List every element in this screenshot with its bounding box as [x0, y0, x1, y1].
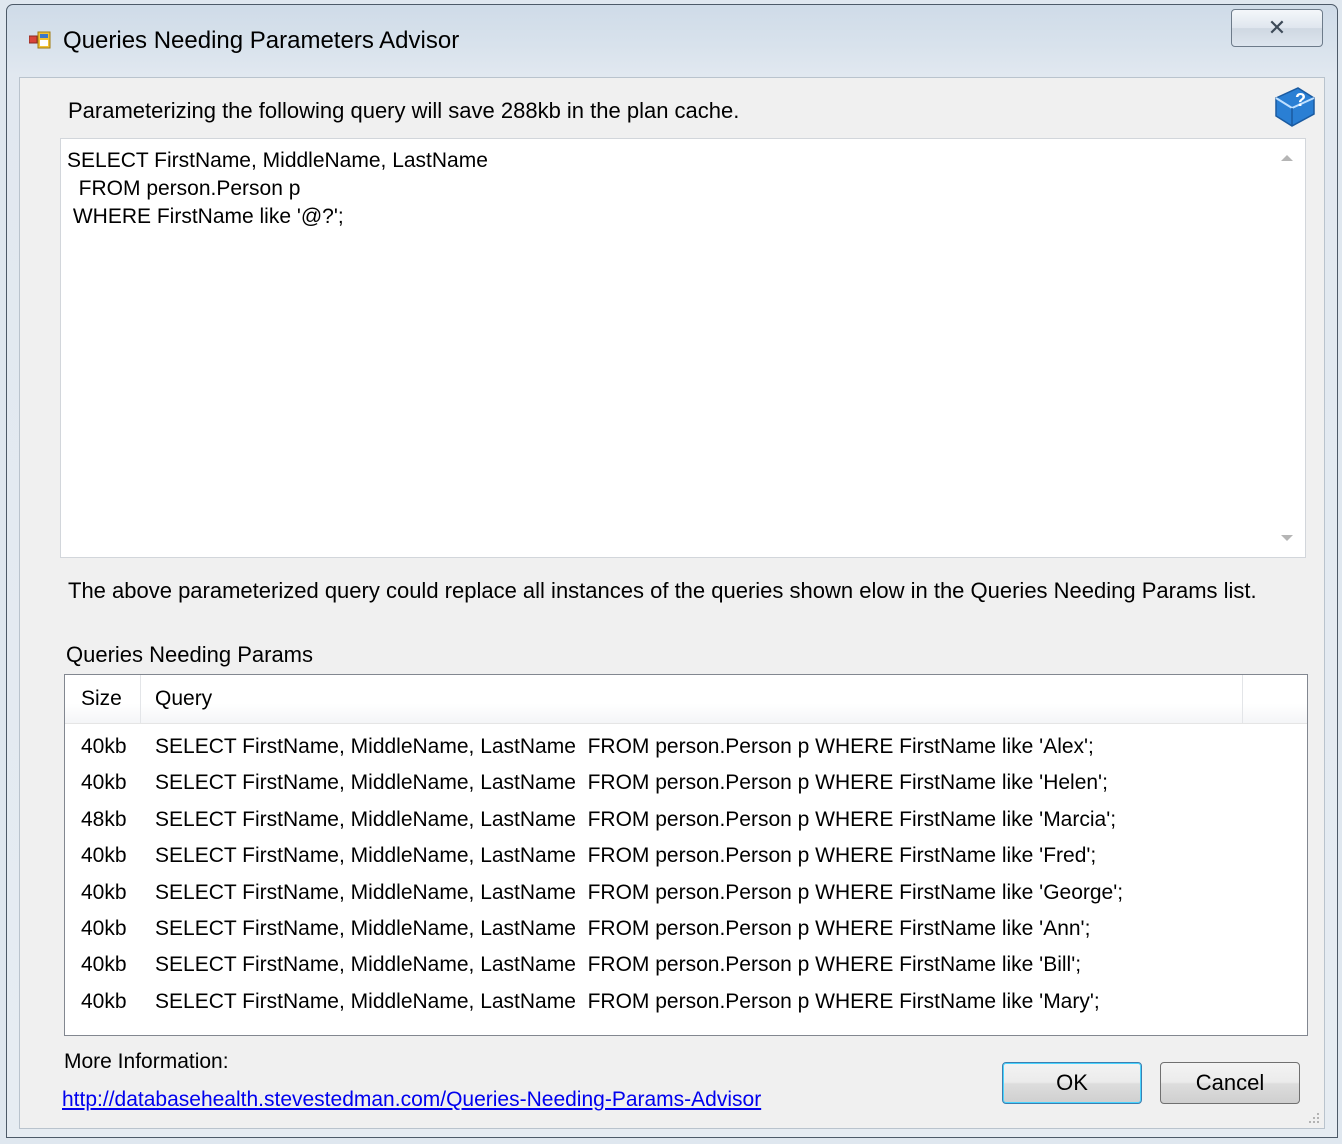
more-information-link[interactable]: http://databasehealth.stevestedman.com/Q… [62, 1088, 761, 1112]
dialog-window: Queries Needing Parameters Advisor ✕ ? P… [6, 4, 1338, 1138]
row-size: 40kb [81, 735, 127, 758]
row-size: 40kb [81, 844, 127, 868]
list-row[interactable]: 40kb SELECT FirstName, MiddleName, LastN… [65, 838, 1307, 874]
row-query: SELECT FirstName, MiddleName, LastName F… [155, 844, 1097, 868]
replace-note: The above parameterized query could repl… [68, 578, 1257, 603]
list-row[interactable]: 40kb SELECT FirstName, MiddleName, LastN… [65, 947, 1307, 983]
list-row[interactable]: 40kb SELECT FirstName, MiddleName, LastN… [65, 729, 1307, 765]
column-header-query[interactable]: Query [141, 675, 1243, 723]
queries-needing-params-list[interactable]: Size Query 40kb SELECT FirstName, Middle… [64, 674, 1308, 1036]
resize-grip-icon[interactable] [1306, 1110, 1320, 1124]
list-row[interactable]: 48kb SELECT FirstName, MiddleName, LastN… [65, 802, 1307, 838]
row-query: SELECT FirstName, MiddleName, LastName F… [155, 771, 1108, 795]
app-window-icon [28, 31, 51, 49]
column-header-filler [1243, 675, 1307, 723]
list-row[interactable]: 40kb SELECT FirstName, MiddleName, LastN… [65, 984, 1307, 1020]
parameterized-query-textbox[interactable]: SELECT FirstName, MiddleName, LastName F… [60, 138, 1306, 558]
row-size: 40kb [81, 880, 127, 904]
list-row[interactable]: 40kb SELECT FirstName, MiddleName, LastN… [65, 765, 1307, 801]
list-row[interactable]: 40kb SELECT FirstName, MiddleName, LastN… [65, 911, 1307, 947]
list-row[interactable]: 40kb SELECT FirstName, MiddleName, LastN… [65, 875, 1307, 911]
parameterized-query-text[interactable]: SELECT FirstName, MiddleName, LastName F… [67, 147, 1265, 231]
row-size: 48kb [81, 807, 127, 831]
queries-list-label: Queries Needing Params [66, 642, 314, 667]
list-header: Size Query [65, 675, 1307, 724]
title-bar[interactable]: Queries Needing Parameters Advisor ✕ [7, 5, 1337, 65]
more-information-label: More Information: [64, 1050, 229, 1073]
row-size: 40kb [81, 916, 127, 940]
row-query: SELECT FirstName, MiddleName, LastName F… [155, 880, 1124, 904]
dialog-client-area: ? Parameterizing the following query wil… [19, 77, 1325, 1129]
cancel-button[interactable]: Cancel [1160, 1062, 1300, 1104]
query-vertical-scrollbar[interactable] [1269, 139, 1305, 557]
svg-text:?: ? [1295, 90, 1306, 110]
scroll-down-arrow-icon[interactable] [1281, 535, 1293, 541]
list-rows: 40kb SELECT FirstName, MiddleName, LastN… [65, 729, 1307, 1020]
row-query: SELECT FirstName, MiddleName, LastName F… [155, 807, 1117, 831]
window-title: Queries Needing Parameters Advisor [63, 27, 460, 54]
row-query: SELECT FirstName, MiddleName, LastName F… [155, 953, 1082, 977]
ok-button[interactable]: OK [1002, 1062, 1142, 1104]
row-size: 40kb [81, 953, 127, 977]
help-book-icon[interactable]: ? [1272, 84, 1318, 130]
row-size: 40kb [81, 771, 127, 795]
row-size: 40kb [81, 989, 127, 1013]
column-header-size[interactable]: Size [65, 675, 141, 723]
row-query: SELECT FirstName, MiddleName, LastName F… [155, 916, 1091, 940]
close-icon: ✕ [1267, 15, 1287, 40]
close-button[interactable]: ✕ [1231, 9, 1323, 47]
scroll-up-arrow-icon[interactable] [1281, 155, 1293, 161]
row-query: SELECT FirstName, MiddleName, LastName F… [155, 735, 1094, 758]
cache-savings-summary: Parameterizing the following query will … [68, 98, 740, 123]
row-query: SELECT FirstName, MiddleName, LastName F… [155, 989, 1100, 1013]
